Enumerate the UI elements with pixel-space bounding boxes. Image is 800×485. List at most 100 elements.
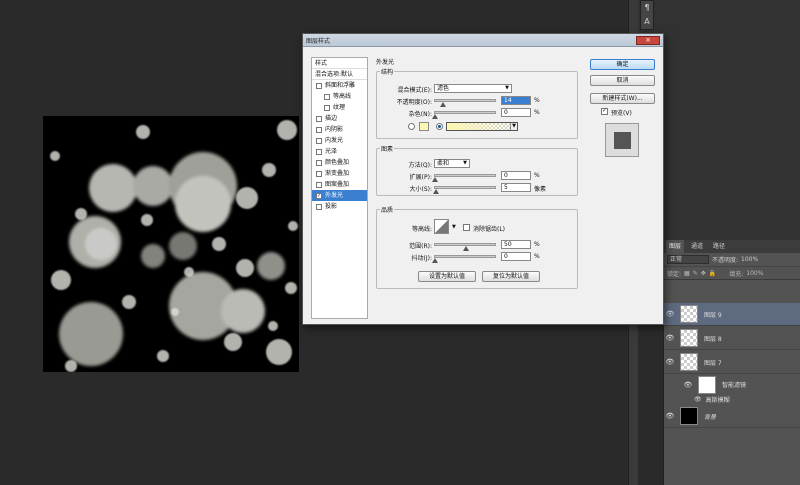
checkbox[interactable] bbox=[316, 82, 322, 89]
slider-thumb[interactable] bbox=[463, 246, 469, 251]
range-slider[interactable] bbox=[434, 243, 496, 251]
layer-thumbnail bbox=[680, 305, 698, 323]
lock-paint-icon[interactable]: ✎ bbox=[693, 270, 698, 277]
size-input[interactable]: 5 bbox=[501, 183, 531, 192]
blend-mode-select[interactable]: 滤色 ▼ bbox=[434, 84, 512, 93]
jitter-input[interactable]: 0 bbox=[501, 252, 531, 261]
style-item-texture[interactable]: 纹理 bbox=[312, 102, 367, 113]
visibility-eye-icon[interactable]: 👁 bbox=[682, 381, 694, 389]
spread-slider[interactable] bbox=[432, 174, 496, 182]
layer-row-9[interactable]: 👁 图层 9 bbox=[664, 303, 800, 326]
chevron-down-icon: ▼ bbox=[510, 123, 517, 130]
tab-paths[interactable]: 路径 bbox=[710, 240, 728, 253]
chevron-down-icon[interactable]: ▼ bbox=[452, 224, 456, 230]
checkbox[interactable] bbox=[316, 115, 322, 122]
paragraph-icon[interactable]: ¶ bbox=[641, 1, 653, 15]
layer-row-8[interactable]: 👁 图层 8 bbox=[664, 327, 800, 350]
spread-input[interactable]: 0 bbox=[501, 171, 531, 180]
style-label: 外发光 bbox=[325, 192, 344, 199]
checkbox[interactable] bbox=[316, 126, 322, 133]
style-item-inner-shadow[interactable]: 内阴影 bbox=[312, 124, 367, 135]
style-item-drop-shadow[interactable]: 投影 bbox=[312, 201, 367, 212]
checkbox[interactable] bbox=[316, 137, 322, 144]
slider-thumb[interactable] bbox=[432, 177, 438, 182]
checkbox[interactable] bbox=[316, 148, 322, 155]
jitter-slider[interactable] bbox=[432, 255, 496, 263]
preview-checkbox[interactable] bbox=[601, 107, 608, 115]
close-button[interactable]: × bbox=[636, 36, 660, 45]
checkbox[interactable] bbox=[324, 93, 330, 100]
dialog-title: 图层样式 bbox=[306, 38, 331, 45]
make-default-button[interactable]: 设置为默认值 bbox=[418, 271, 476, 282]
gaussian-blur-filter-row[interactable]: 👁 高斯模糊 bbox=[664, 394, 800, 405]
style-item-satin[interactable]: 光泽 bbox=[312, 146, 367, 157]
checkbox[interactable] bbox=[316, 203, 322, 210]
checkbox[interactable] bbox=[316, 170, 322, 177]
bokeh-image bbox=[50, 120, 298, 372]
cancel-button[interactable]: 取消 bbox=[590, 75, 655, 86]
lock-all-icon[interactable]: 🔒 bbox=[709, 270, 716, 277]
new-style-button[interactable]: 新建样式(W)... bbox=[590, 93, 655, 104]
slider-thumb[interactable] bbox=[432, 114, 438, 119]
tab-channels[interactable]: 通道 bbox=[688, 240, 706, 253]
visibility-eye-icon[interactable]: 👁 bbox=[664, 310, 676, 318]
contour-picker[interactable] bbox=[434, 219, 449, 234]
technique-select[interactable]: 柔和 ▼ bbox=[434, 159, 470, 168]
layer-lock-row: 锁定: ▦ ✎ ✥ 🔒 填充: 100% bbox=[664, 267, 800, 280]
noise-slider[interactable] bbox=[432, 111, 496, 119]
layer-row-background[interactable]: 👁 背景 bbox=[664, 405, 800, 428]
styles-header[interactable]: 样式 bbox=[312, 58, 367, 69]
style-item-color-overlay[interactable]: 颜色叠加 bbox=[312, 157, 367, 168]
checkbox[interactable] bbox=[316, 181, 322, 188]
ok-button[interactable]: 确定 bbox=[590, 59, 655, 70]
tab-layers[interactable]: 图层 bbox=[666, 240, 685, 253]
dialog-title-bar[interactable]: 图层样式 × bbox=[303, 34, 663, 47]
technique-label: 方法(Q): bbox=[408, 162, 432, 169]
lock-move-icon[interactable]: ✥ bbox=[701, 270, 706, 277]
style-label: 投影 bbox=[325, 203, 338, 210]
outer-glow-settings: 外发光 结构 混合模式(E): 滤色 ▼ 不透明度(O): 14 % 杂色(N)… bbox=[374, 57, 580, 319]
blending-options-item[interactable]: 混合选项:默认 bbox=[312, 69, 367, 80]
style-item-gradient-overlay[interactable]: 渐变叠加 bbox=[312, 168, 367, 179]
layer-blend-mode-select[interactable]: 正常 bbox=[667, 255, 709, 264]
checkbox[interactable] bbox=[316, 159, 322, 166]
smart-filters-row[interactable]: 👁 智能滤镜 bbox=[664, 373, 800, 396]
opacity-input[interactable]: 14 bbox=[501, 96, 531, 105]
lock-transparent-icon[interactable]: ▦ bbox=[684, 270, 690, 277]
style-item-contour[interactable]: 等高线 bbox=[312, 91, 367, 102]
layer-opacity-value[interactable]: 100% bbox=[741, 256, 758, 263]
visibility-eye-icon[interactable]: 👁 bbox=[664, 412, 676, 420]
gradient-radio[interactable] bbox=[436, 123, 443, 130]
fill-value[interactable]: 100% bbox=[746, 270, 763, 277]
glow-color-swatch[interactable] bbox=[419, 122, 429, 131]
character-icon[interactable]: A bbox=[641, 15, 653, 29]
anti-aliased-checkbox[interactable] bbox=[463, 224, 470, 231]
opacity-label: 不透明度(O): bbox=[396, 99, 432, 106]
style-item-stroke[interactable]: 描边 bbox=[312, 113, 367, 124]
noise-input[interactable]: 0 bbox=[501, 108, 531, 117]
slider-thumb[interactable] bbox=[440, 102, 446, 107]
style-item-bevel-emboss[interactable]: 斜面和浮雕 bbox=[312, 80, 367, 91]
solid-color-radio[interactable] bbox=[408, 123, 415, 130]
visibility-eye-icon[interactable]: 👁 bbox=[664, 334, 676, 342]
visibility-eye-icon[interactable]: 👁 bbox=[664, 358, 676, 366]
slider-thumb[interactable] bbox=[433, 189, 439, 194]
layer-row-7[interactable]: 👁 图层 7 bbox=[664, 351, 800, 374]
visibility-eye-icon[interactable]: 👁 bbox=[694, 396, 702, 403]
opacity-slider[interactable] bbox=[434, 99, 496, 107]
checkbox[interactable] bbox=[324, 104, 330, 111]
layer-name: 背景 bbox=[704, 413, 717, 421]
size-slider[interactable] bbox=[433, 186, 496, 194]
slider-thumb[interactable] bbox=[432, 258, 438, 263]
canvas-bokeh-image[interactable] bbox=[43, 116, 299, 372]
chevron-down-icon: ▼ bbox=[505, 85, 509, 91]
range-input[interactable]: 50 bbox=[501, 240, 531, 249]
style-item-outer-glow[interactable]: ✓ 外发光 bbox=[312, 190, 367, 201]
glow-gradient-picker[interactable]: ▼ bbox=[446, 122, 518, 131]
style-preview-swatch bbox=[614, 132, 631, 149]
style-item-inner-glow[interactable]: 内发光 bbox=[312, 135, 367, 146]
style-item-pattern-overlay[interactable]: 图案叠加 bbox=[312, 179, 367, 190]
reset-default-button[interactable]: 复位为默认值 bbox=[482, 271, 540, 282]
style-label: 纹理 bbox=[333, 104, 346, 111]
checkbox-checked[interactable]: ✓ bbox=[316, 192, 322, 199]
